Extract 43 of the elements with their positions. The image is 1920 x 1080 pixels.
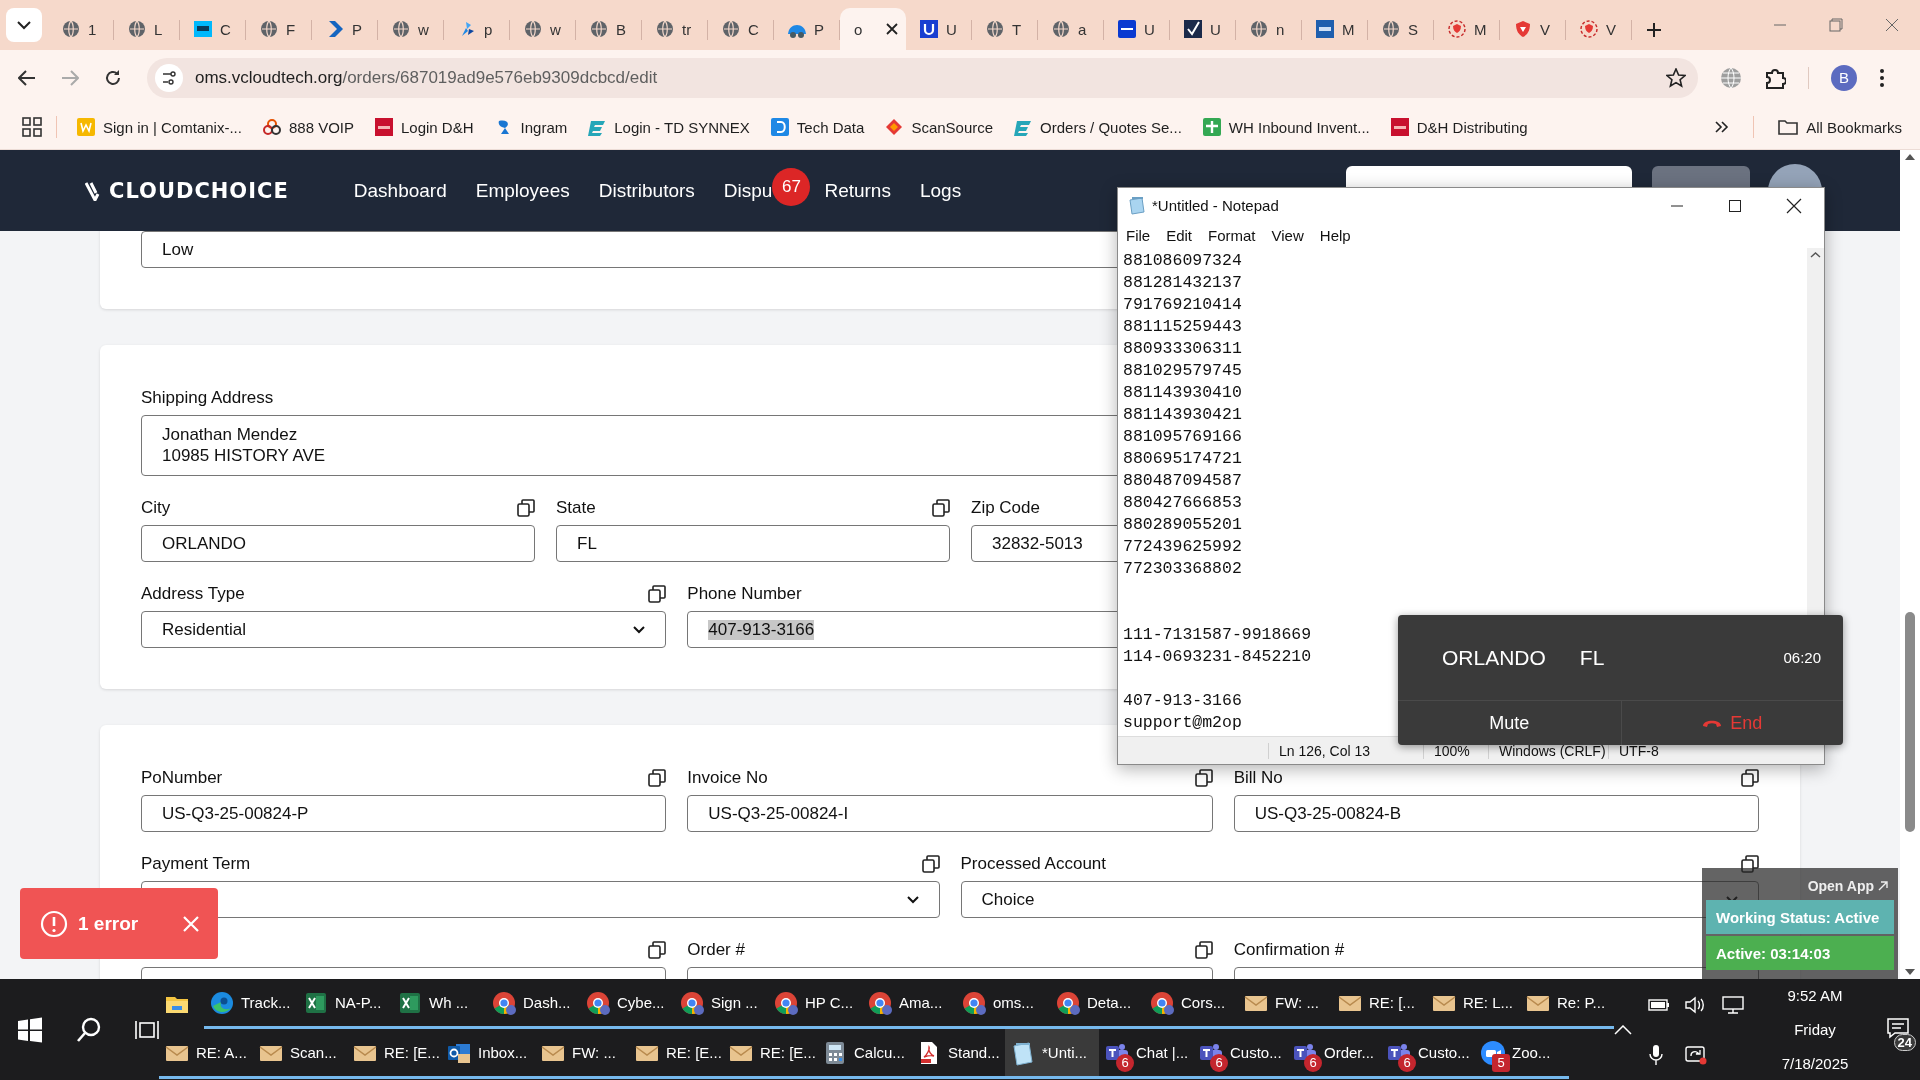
- notification-count: 24: [1893, 1033, 1916, 1051]
- caller-state: FL: [1579, 645, 1605, 670]
- text-line: 881281432137: [1123, 272, 1242, 294]
- field-label: State: [556, 498, 596, 518]
- field-label: Processed Account: [960, 854, 1107, 874]
- field-label: PoNumber: [141, 768, 223, 788]
- text-line: 880933306311: [1123, 338, 1242, 360]
- text-line: 772303368802: [1123, 558, 1242, 580]
- call-timer: 06:20: [1783, 649, 1821, 666]
- text-line: 881143930410: [1123, 382, 1242, 404]
- text-line: 407-913-3166: [1123, 690, 1242, 712]
- caller-city: ORLANDO: [1442, 645, 1546, 670]
- field-label: Phone Number: [687, 584, 802, 604]
- clock-day: Friday: [1794, 1021, 1836, 1038]
- count-badge: 67: [772, 167, 811, 206]
- field-label: Zip Code: [971, 498, 1040, 518]
- text-line: 772439625992: [1123, 536, 1242, 558]
- clock-time: 9:52 AM: [1787, 987, 1843, 1005]
- field-label: Payment Term: [141, 854, 251, 874]
- text-line: 791769210414: [1123, 294, 1242, 316]
- text-line: 881029579745: [1123, 360, 1242, 382]
- text-line: 880695174721: [1123, 448, 1242, 470]
- field-label: Shipping Address: [141, 388, 274, 408]
- text-line: 114-0693231-8452210: [1123, 646, 1312, 668]
- text-line: 881115259443: [1123, 316, 1242, 338]
- error-message: 1 error: [78, 912, 139, 935]
- text-line: 880289055201: [1123, 514, 1242, 536]
- active-timer: Active: 03:14:03: [1706, 936, 1894, 970]
- logo-text: CLOUDCHOICE: [109, 178, 289, 203]
- text-line: 880427666853: [1123, 492, 1242, 514]
- field-label: City: [141, 498, 171, 518]
- window-title: *Untitled - Notepad: [1152, 197, 1279, 214]
- clock-date: 7/18/2025: [1781, 1054, 1849, 1072]
- field-label: Bill No: [1233, 768, 1283, 788]
- text-line: 881095769166: [1123, 426, 1242, 448]
- notification-badge: 5: [1492, 1053, 1510, 1072]
- field-label: Order #: [687, 940, 745, 960]
- field-label: Address Type: [141, 584, 245, 604]
- field-label: Invoice No: [687, 768, 768, 788]
- working-status: Working Status: Active: [1706, 900, 1894, 934]
- field-label: Confirmation #: [1233, 940, 1345, 960]
- url-text: oms.vcloudtech.org/orders/687019ad9e576eb9309dcbcd/edit: [195, 67, 658, 88]
- text-line: support@m2op: [1123, 712, 1242, 734]
